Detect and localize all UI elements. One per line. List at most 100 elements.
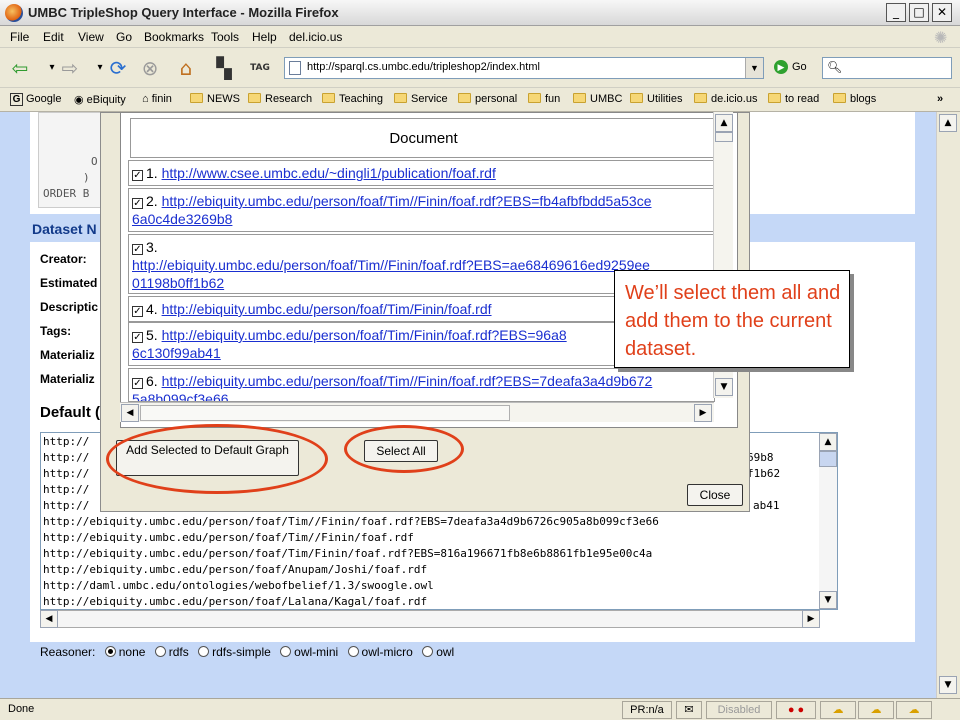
page-icon xyxy=(289,61,301,75)
menu-tools[interactable]: Tools xyxy=(211,30,239,44)
maximize-button[interactable]: □ xyxy=(909,3,929,22)
dialog-horizontal-scrollbar[interactable]: ◀ ▶ xyxy=(120,402,714,422)
document-link-5[interactable]: http://ebiquity.umbc.edu/person/foaf/Tim… xyxy=(162,327,567,343)
document-link-2-cont[interactable]: 6a0c4de3269b8 xyxy=(132,211,232,227)
scroll-up-icon[interactable]: ▲ xyxy=(819,433,837,451)
graph-line: http://ebiquity.umbc.edu/person/foaf/Anu… xyxy=(43,563,428,576)
bookmark-finin[interactable]: ⌂ finin xyxy=(142,93,172,105)
stop-icon[interactable]: ⊗ xyxy=(136,55,164,81)
bookmark-umbc[interactable]: UMBC xyxy=(573,93,622,105)
bookmark-to-read[interactable]: to read xyxy=(768,93,819,105)
bookmark-news[interactable]: NEWS xyxy=(190,93,240,105)
bookmark-delicious[interactable]: de.icio.us xyxy=(694,93,757,105)
reasoner-radio-rdfs-simple[interactable] xyxy=(198,646,210,657)
reasoner-radio-owl[interactable] xyxy=(422,646,434,657)
scroll-thumb[interactable] xyxy=(715,132,733,142)
menu-file[interactable]: File xyxy=(10,30,29,44)
home-icon[interactable]: ⌂ xyxy=(172,55,200,81)
scroll-down-icon[interactable]: ▼ xyxy=(819,591,837,609)
menu-bar: File Edit View Go Bookmarks Tools Help d… xyxy=(0,26,960,48)
document-link-5-cont[interactable]: 6c130f99ab41 xyxy=(132,345,221,361)
bookmark-teaching[interactable]: Teaching xyxy=(322,93,383,105)
title-bar: UMBC TripleShop Query Interface - Mozill… xyxy=(0,0,960,26)
document-link-3[interactable]: http://ebiquity.umbc.edu/person/foaf/Tim… xyxy=(132,257,650,273)
delicious-icon[interactable]: ▚ xyxy=(210,55,238,81)
document-checkbox-4[interactable]: ✓ xyxy=(132,306,143,317)
scroll-thumb[interactable] xyxy=(819,451,837,467)
google-icon: G xyxy=(10,93,23,106)
menu-edit[interactable]: Edit xyxy=(43,30,64,44)
folder-icon xyxy=(694,93,707,103)
reasoner-options: Reasoner: none rdfs rdfs-simple owl-mini… xyxy=(40,645,455,659)
graph-line-tail: 69b8 xyxy=(747,451,774,464)
document-link-2[interactable]: http://ebiquity.umbc.edu/person/foaf/Tim… xyxy=(162,193,652,209)
minimize-button[interactable]: _ xyxy=(886,3,906,22)
scroll-right-icon[interactable]: ▶ xyxy=(694,404,712,422)
forward-icon[interactable]: ⇨ xyxy=(56,55,84,81)
status-icons[interactable]: ● ● xyxy=(776,701,816,719)
status-text: Done xyxy=(8,703,35,715)
document-link-1[interactable]: http://www.csee.umbc.edu/~dingli1/public… xyxy=(162,165,496,181)
page-vertical-scrollbar[interactable]: ▲ ▼ xyxy=(936,112,960,698)
close-window-button[interactable]: ✕ xyxy=(932,3,952,22)
menu-view[interactable]: View xyxy=(78,30,104,44)
reload-icon[interactable]: ⟳ xyxy=(104,55,132,81)
scroll-up-icon[interactable]: ▲ xyxy=(939,114,957,132)
reasoner-radio-rdfs[interactable] xyxy=(154,646,166,657)
textarea-vertical-scrollbar[interactable]: ▲ ▼ xyxy=(819,433,837,609)
textarea-horizontal-scrollbar[interactable]: ◀ ▶ xyxy=(40,610,820,628)
window-title: UMBC TripleShop Query Interface - Mozill… xyxy=(28,5,339,20)
annotation-callout: We’ll select them all and add them to th… xyxy=(614,270,850,368)
reasoner-radio-none[interactable] xyxy=(104,646,116,657)
bookmark-utilities[interactable]: Utilities xyxy=(630,93,682,105)
scroll-up-icon[interactable]: ▲ xyxy=(715,114,733,132)
bookmarks-toolbar: G Google ◉ eBiquity ⌂ finin NEWS Research… xyxy=(0,88,960,112)
scroll-thumb[interactable] xyxy=(140,405,510,421)
scroll-left-icon[interactable]: ◀ xyxy=(121,404,139,422)
document-checkbox-2[interactable]: ✓ xyxy=(132,198,143,209)
weather-icon-1: ☁ xyxy=(820,701,856,719)
bookmark-fun[interactable]: fun xyxy=(528,93,560,105)
tag-icon[interactable]: TAG xyxy=(246,55,274,81)
document-link-4[interactable]: http://ebiquity.umbc.edu/person/foaf/Tim… xyxy=(162,301,492,317)
search-engine-icon[interactable]: 🔍︎ xyxy=(827,60,842,74)
bookmark-ebiquity[interactable]: ◉ eBiquity xyxy=(74,93,126,106)
search-input[interactable]: 🔍︎ xyxy=(822,57,952,79)
scroll-down-icon[interactable]: ▼ xyxy=(939,676,957,694)
bookmark-google[interactable]: G Google xyxy=(10,93,61,106)
bookmark-research[interactable]: Research xyxy=(248,93,312,105)
go-icon: ▶ xyxy=(774,60,788,74)
graph-line-tail: f1b62 xyxy=(747,467,781,480)
finin-icon: ⌂ xyxy=(142,93,152,105)
menu-help[interactable]: Help xyxy=(252,30,277,44)
scroll-down-icon[interactable]: ▼ xyxy=(715,378,733,396)
folder-icon xyxy=(768,93,781,103)
scroll-right-icon[interactable]: ▶ xyxy=(802,610,820,628)
reasoner-radio-owl-mini[interactable] xyxy=(280,646,292,657)
go-button[interactable]: ▶ Go xyxy=(774,60,807,74)
dialog-close-button[interactable]: Close xyxy=(687,484,743,506)
graph-line: http://ebiquity.umbc.edu/person/foaf/Tim… xyxy=(43,531,414,544)
address-bar[interactable]: http://sparql.cs.umbc.edu/tripleshop2/in… xyxy=(284,57,764,79)
weather-icon-3: ☁ xyxy=(896,701,932,719)
document-checkbox-3[interactable]: ✓ xyxy=(132,244,143,255)
bookmark-blogs[interactable]: blogs xyxy=(833,93,876,105)
menu-bookmarks[interactable]: Bookmarks xyxy=(144,30,204,44)
document-link-6-cont[interactable]: 5a8b099cf3e66 xyxy=(132,391,229,401)
more-bookmarks-icon[interactable]: » xyxy=(937,93,943,105)
document-checkbox-1[interactable]: ✓ xyxy=(132,170,143,181)
throbber-icon: ✺ xyxy=(934,30,948,47)
address-dropdown-icon[interactable]: ▼ xyxy=(745,58,763,78)
menu-go[interactable]: Go xyxy=(116,30,132,44)
document-checkbox-6[interactable]: ✓ xyxy=(132,378,143,389)
scroll-left-icon[interactable]: ◀ xyxy=(40,610,58,628)
document-checkbox-5[interactable]: ✓ xyxy=(132,332,143,343)
menu-delicious[interactable]: del.icio.us xyxy=(289,30,342,44)
back-icon[interactable]: ⇦ xyxy=(6,55,34,81)
document-link-6[interactable]: http://ebiquity.umbc.edu/person/foaf/Tim… xyxy=(162,373,653,389)
document-link-3-cont[interactable]: 01198b0ff1b62 xyxy=(132,275,224,291)
reasoner-radio-owl-micro[interactable] xyxy=(347,646,359,657)
bookmark-personal[interactable]: personal xyxy=(458,93,517,105)
bookmark-service[interactable]: Service xyxy=(394,93,448,105)
mail-icon[interactable]: ✉ xyxy=(676,701,702,719)
